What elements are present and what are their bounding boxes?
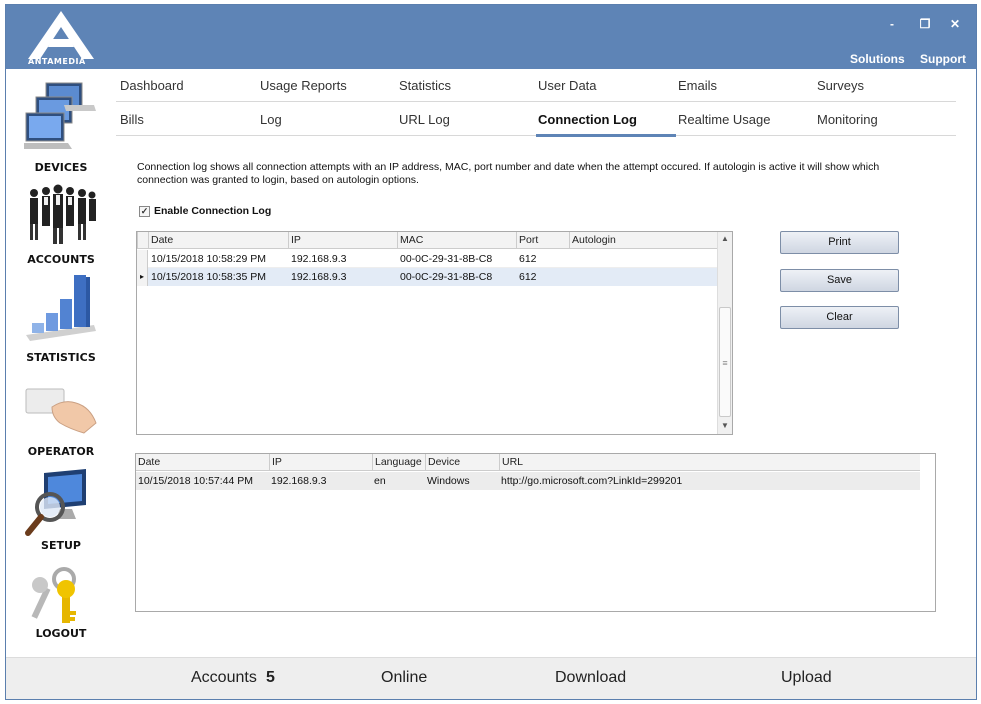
checkbox-mark[interactable]: ✓ bbox=[139, 205, 150, 217]
sidebar-item-label: STATISTICS bbox=[26, 351, 96, 364]
sidebar-item-operator[interactable]: OPERATOR bbox=[6, 375, 116, 459]
cell-port: 612 bbox=[519, 271, 537, 283]
cell-device: Windows bbox=[427, 475, 470, 487]
sidebar-item-label: OPERATOR bbox=[27, 445, 95, 458]
monitor-magnifier-icon bbox=[25, 469, 86, 536]
sidebar-item-logout[interactable]: LOGOUT bbox=[6, 563, 116, 647]
table-row-selected[interactable]: ▸ 10/15/2018 10:58:35 PM 192.168.9.3 00-… bbox=[137, 268, 717, 286]
sidebar-item-label: DEVICES bbox=[34, 161, 88, 174]
tab-connection-log[interactable]: Connection Log bbox=[538, 112, 637, 127]
support-link[interactable]: Support bbox=[920, 52, 966, 66]
tab-user-data[interactable]: User Data bbox=[538, 78, 597, 93]
description-text: Connection log shows all connection atte… bbox=[137, 161, 880, 186]
connection-log-grid[interactable]: Date IP MAC Port Autologin 10/15/2018 10… bbox=[136, 231, 733, 435]
upload-label: Upload bbox=[781, 669, 832, 686]
cell-date: 10/15/2018 10:58:29 PM bbox=[151, 253, 267, 265]
sidebar-item-setup[interactable]: SETUP bbox=[6, 469, 116, 555]
sidebar: DEVICES ACCOUNTS STATISTICS OPERATOR SET… bbox=[6, 69, 116, 657]
tab-statistics[interactable]: Statistics bbox=[399, 78, 451, 93]
logo-text: ANTAMEDIA bbox=[28, 57, 86, 66]
column-header-ip[interactable]: IP bbox=[288, 232, 397, 249]
table-row[interactable]: 10/15/2018 10:57:44 PM 192.168.9.3 en Wi… bbox=[136, 472, 920, 490]
sidebar-item-label: SETUP bbox=[41, 539, 81, 552]
column-header-language[interactable]: Language bbox=[372, 454, 425, 471]
people-icon bbox=[30, 184, 96, 244]
row-indicator bbox=[137, 250, 148, 268]
close-button[interactable]: ✕ bbox=[947, 17, 963, 31]
table-row[interactable]: 10/15/2018 10:58:29 PM 192.168.9.3 00-0C… bbox=[137, 250, 717, 268]
tab-emails[interactable]: Emails bbox=[678, 78, 717, 93]
app-window: ANTAMEDIA - ❐ ✕ Solutions Support DEVICE… bbox=[5, 4, 977, 700]
print-button[interactable]: Print bbox=[780, 231, 899, 254]
sidebar-item-accounts[interactable]: ACCOUNTS bbox=[6, 181, 116, 267]
tab-monitoring[interactable]: Monitoring bbox=[817, 112, 878, 127]
sidebar-item-statistics[interactable]: STATISTICS bbox=[6, 273, 116, 364]
keys-icon bbox=[31, 567, 76, 623]
cell-mac: 00-0C-29-31-8B-C8 bbox=[400, 271, 493, 283]
column-header-ip[interactable]: IP bbox=[269, 454, 372, 471]
grid-header: Date IP Language Device URL bbox=[136, 454, 920, 471]
scroll-down-icon[interactable]: ▼ bbox=[721, 421, 729, 430]
tab-usage-reports[interactable]: Usage Reports bbox=[260, 78, 347, 93]
column-header-date[interactable]: Date bbox=[136, 454, 269, 471]
row-indicator-header bbox=[137, 232, 148, 249]
bar-chart-icon bbox=[26, 275, 96, 341]
nav-divider bbox=[116, 101, 956, 102]
scrollbar-thumb[interactable]: ≡ bbox=[719, 307, 731, 417]
column-header-date[interactable]: Date bbox=[148, 232, 288, 249]
column-header-port[interactable]: Port bbox=[516, 232, 569, 249]
tab-log[interactable]: Log bbox=[260, 112, 282, 127]
cell-date: 10/15/2018 10:58:35 PM bbox=[151, 271, 267, 283]
tab-url-log[interactable]: URL Log bbox=[399, 112, 450, 127]
url-log-grid[interactable]: Date IP Language Device URL 10/15/2018 1… bbox=[135, 453, 936, 612]
computers-icon bbox=[24, 82, 96, 149]
row-pointer-icon: ▸ bbox=[137, 268, 148, 286]
cell-ip: 192.168.9.3 bbox=[271, 475, 327, 487]
tab-surveys[interactable]: Surveys bbox=[817, 78, 864, 93]
active-tab-underline bbox=[536, 134, 676, 137]
title-bar: ANTAMEDIA - ❐ ✕ Solutions Support bbox=[6, 5, 976, 69]
cell-port: 612 bbox=[519, 253, 537, 265]
online-label: Online bbox=[381, 669, 428, 686]
scroll-up-icon[interactable]: ▲ bbox=[721, 234, 729, 243]
cell-date: 10/15/2018 10:57:44 PM bbox=[138, 475, 254, 487]
checkbox-label: Enable Connection Log bbox=[154, 205, 272, 217]
minimize-button[interactable]: - bbox=[884, 17, 900, 31]
column-header-mac[interactable]: MAC bbox=[397, 232, 516, 249]
sidebar-item-label: LOGOUT bbox=[35, 627, 87, 640]
save-button[interactable]: Save bbox=[780, 269, 899, 292]
download-label: Download bbox=[555, 669, 627, 686]
enable-connection-log-checkbox[interactable]: ✓ Enable Connection Log bbox=[139, 205, 271, 217]
clear-button[interactable]: Clear bbox=[780, 306, 899, 329]
cell-language: en bbox=[374, 475, 386, 487]
column-header-device[interactable]: Device bbox=[425, 454, 499, 471]
restore-button[interactable]: ❐ bbox=[917, 17, 933, 31]
column-header-autologin[interactable]: Autologin bbox=[569, 232, 717, 249]
tab-dashboard[interactable]: Dashboard bbox=[120, 78, 184, 93]
accounts-label: Accounts bbox=[191, 669, 257, 686]
tab-bills[interactable]: Bills bbox=[120, 112, 144, 127]
grid-header: Date IP MAC Port Autologin bbox=[137, 232, 717, 249]
vertical-scrollbar[interactable]: ▲ ≡ ▼ bbox=[717, 232, 732, 434]
status-bar: Accounts 5 Online Download Upload bbox=[6, 657, 976, 699]
sidebar-item-label: ACCOUNTS bbox=[27, 253, 95, 266]
hand-card-icon bbox=[25, 388, 97, 434]
cell-url: http://go.microsoft.com?LinkId=299201 bbox=[501, 475, 683, 487]
sidebar-item-devices[interactable]: DEVICES bbox=[6, 77, 116, 174]
cell-ip: 192.168.9.3 bbox=[291, 271, 347, 283]
column-header-url[interactable]: URL bbox=[499, 454, 920, 471]
solutions-link[interactable]: Solutions bbox=[850, 52, 905, 66]
cell-mac: 00-0C-29-31-8B-C8 bbox=[400, 253, 493, 265]
cell-ip: 192.168.9.3 bbox=[291, 253, 347, 265]
tab-realtime-usage[interactable]: Realtime Usage bbox=[678, 112, 771, 127]
accounts-count: 5 bbox=[266, 669, 275, 686]
